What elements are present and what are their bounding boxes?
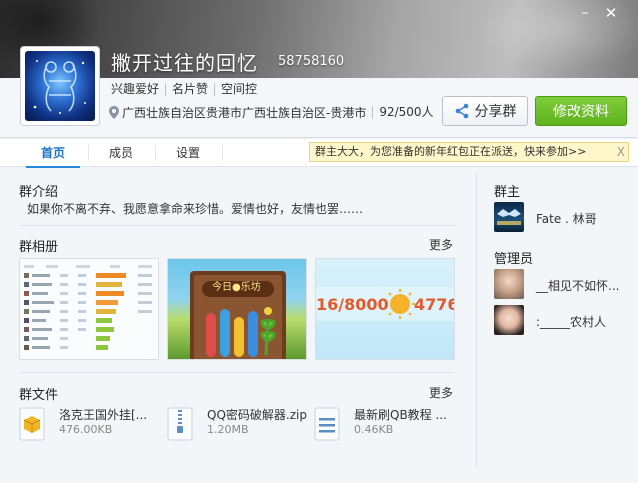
minimize-button[interactable]: – (574, 4, 596, 22)
share-label: 分享群 (474, 104, 517, 120)
album-title: 群相册 (19, 240, 59, 255)
album-photo-caption: 今日●乐坊 (212, 282, 261, 293)
intro-text: 如果你不离不弃、我愿意拿命来珍惜。爱情也好，友情也罢…… (27, 202, 364, 216)
text-doc-icon (314, 407, 340, 441)
owner-name: Fate . 林哥 (536, 212, 597, 226)
tag[interactable]: 空间控 (214, 83, 263, 96)
admin-member[interactable]: :_____农村人 (494, 305, 634, 337)
member-count: 92/500人 (372, 106, 434, 119)
location-pin-icon (109, 106, 119, 119)
album-photo[interactable] (19, 258, 159, 360)
album-photo-number: 16/8000 (316, 295, 389, 314)
file-size: 1.20MB (207, 423, 249, 436)
zip-icon (167, 407, 193, 441)
file-item[interactable]: QQ密码破解器.zip 1.20MB (167, 405, 307, 445)
admin-avatar (494, 269, 524, 299)
notice-close-button[interactable]: X (617, 143, 625, 161)
tag[interactable]: 名片赞 (165, 83, 214, 96)
file-name: 最新刷QB教程 ... (354, 408, 447, 422)
notice-text[interactable]: 群主大大，为您准备的新年红包正在派送，快来参加>> (315, 145, 586, 158)
group-tags: 兴趣爱好 名片赞 空间控 (111, 83, 263, 96)
gemini-avatar-image (25, 51, 95, 121)
edit-profile-button[interactable]: 修改资料 (535, 96, 627, 126)
sidebar-divider (476, 172, 477, 468)
album-photo[interactable]: 16/8000 4776/ (315, 258, 455, 360)
file-size: 476.00KB (59, 423, 113, 436)
admin-member[interactable]: __相见不如怀... (494, 269, 634, 301)
album-photo[interactable]: 今日●乐坊 (167, 258, 307, 360)
package-icon (19, 407, 45, 441)
share-group-button[interactable]: 分享群 (442, 96, 528, 126)
share-icon (455, 103, 468, 119)
group-location: 广西壮族自治区贵港市广西壮族自治区-贵港市 92/500人 (109, 104, 434, 121)
file-item[interactable]: 最新刷QB教程 ... 0.46KB (314, 405, 459, 445)
section-divider (19, 372, 455, 373)
owner-avatar (494, 202, 524, 232)
admin-name: __相见不如怀... (536, 279, 620, 293)
album-more-link[interactable]: 更多 (429, 236, 453, 253)
album-photo-number: 4776/ (414, 295, 454, 314)
tab-divider (222, 145, 223, 161)
tag[interactable]: 兴趣爱好 (111, 83, 165, 96)
owner-title: 群主 (494, 185, 521, 200)
tab-members[interactable]: 成员 (86, 139, 156, 167)
close-button[interactable]: ✕ (600, 4, 622, 22)
section-divider (19, 225, 455, 226)
new-year-notice[interactable]: 群主大大，为您准备的新年红包正在派送，快来参加>> X (309, 142, 629, 162)
file-name: QQ密码破解器.zip (207, 408, 307, 422)
owner-member[interactable]: Fate . 林哥 (494, 202, 634, 234)
file-name: 洛克王国外挂[... (59, 408, 148, 422)
group-name: 撇开过往的回忆 (111, 51, 258, 75)
group-avatar[interactable] (20, 46, 100, 126)
files-title: 群文件 (19, 388, 59, 403)
file-item[interactable]: 洛克王国外挂[... 476.00KB (19, 405, 159, 445)
tab-home[interactable]: 首页 (18, 139, 88, 168)
file-size: 0.46KB (354, 423, 394, 436)
intro-title: 群介绍 (19, 185, 59, 200)
admin-title: 管理员 (494, 252, 534, 267)
tab-settings[interactable]: 设置 (153, 139, 223, 167)
files-more-link[interactable]: 更多 (429, 384, 453, 401)
admin-avatar (494, 305, 524, 335)
group-id: 58758160 (278, 54, 345, 69)
admin-name: :_____农村人 (536, 315, 607, 329)
location-text: 广西壮族自治区贵港市广西壮族自治区-贵港市 (122, 106, 367, 120)
